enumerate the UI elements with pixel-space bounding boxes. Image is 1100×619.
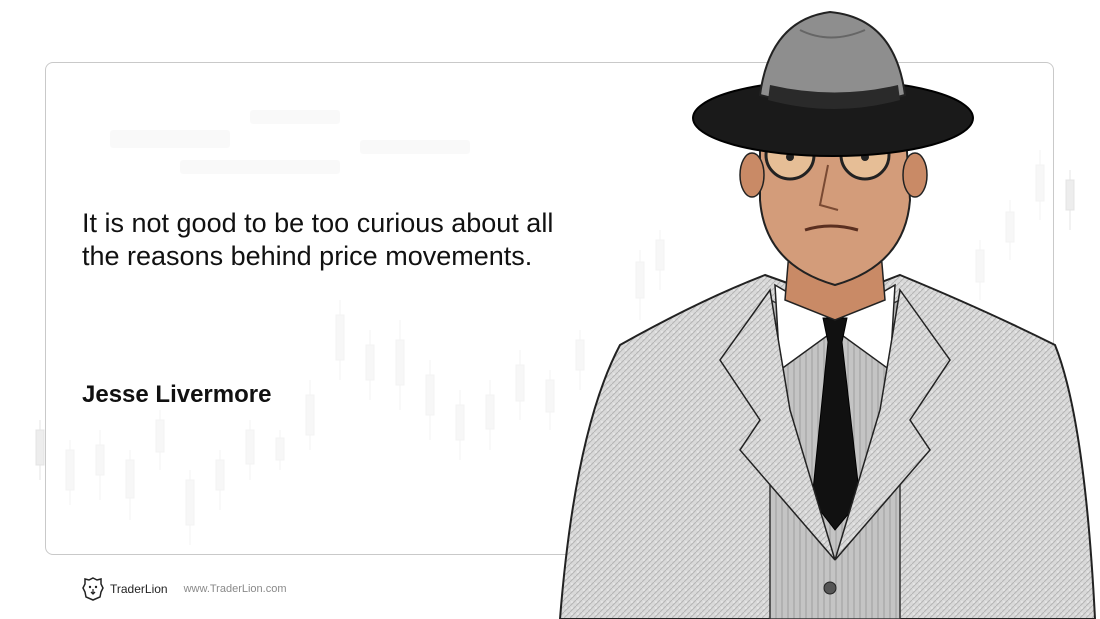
- lion-head-icon: [82, 577, 104, 601]
- portrait-illustration: [558, 10, 1097, 619]
- quote-text: It is not good to be too curious about a…: [82, 208, 554, 271]
- brand-logo[interactable]: TraderLion: [82, 577, 168, 601]
- brand-name: TraderLion: [110, 582, 168, 596]
- website-link[interactable]: www.TraderLion.com: [184, 583, 287, 595]
- quote-author: Jesse Livermore: [82, 381, 272, 408]
- footer: TraderLion www.TraderLion.com: [82, 576, 287, 602]
